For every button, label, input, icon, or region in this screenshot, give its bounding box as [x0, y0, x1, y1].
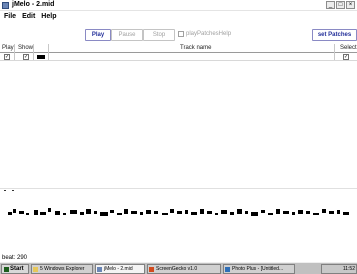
menu-bar: File Edit Help — [0, 11, 357, 22]
title-bar: jMelo - 2.mid _ □ × — [0, 0, 357, 11]
photo-icon — [225, 267, 230, 272]
table-row[interactable]: ✓ ✓ ✓ — [0, 53, 357, 61]
taskbar-item-label: jMelo - 2.mid — [104, 266, 133, 272]
taskbar-item-label: 5 Windows Explorer — [40, 266, 85, 272]
system-tray: 11:52 — [321, 264, 357, 274]
show-checkbox[interactable]: ✓ — [23, 54, 29, 60]
window-controls: _ □ × — [326, 1, 355, 9]
pause-button[interactable]: Pause — [111, 29, 143, 41]
taskbar-item-photoplus[interactable]: Photo Plus - [Untitled... — [223, 264, 295, 274]
play-patches-label: playPatchesHelp — [186, 31, 232, 37]
header-select[interactable]: Select — [340, 45, 357, 51]
app-icon — [97, 267, 102, 272]
minimize-button[interactable]: _ — [326, 1, 335, 9]
set-patches-button[interactable]: set Patches — [312, 29, 357, 41]
marker-tick — [4, 190, 6, 191]
taskbar-item-explorer[interactable]: 5 Windows Explorer — [31, 264, 93, 274]
table-header: Play Show Track name Select — [0, 44, 357, 53]
close-button[interactable]: × — [346, 1, 355, 9]
start-label: Start — [10, 266, 24, 272]
taskbar-item-label: Photo Plus - [Untitled... — [232, 266, 284, 272]
menu-file[interactable]: File — [4, 13, 16, 20]
clock[interactable]: 11:52 — [343, 266, 355, 272]
start-button[interactable]: Start — [1, 264, 29, 274]
app-icon — [2, 2, 9, 9]
note-visualization — [8, 208, 349, 216]
select-checkbox[interactable]: ✓ — [343, 54, 349, 60]
camera-icon — [149, 267, 154, 272]
maximize-button[interactable]: □ — [336, 1, 345, 9]
folder-icon — [33, 267, 38, 272]
track-color-swatch[interactable] — [37, 55, 45, 59]
windows-logo-icon — [4, 267, 9, 272]
toolbar: Play Pause Stop playPatchesHelp set Patc… — [0, 22, 357, 44]
play-patches-toggle[interactable]: playPatchesHelp — [178, 31, 231, 37]
play-checkbox[interactable]: ✓ — [4, 54, 10, 60]
taskbar: Start 5 Windows Explorer jMelo - 2.mid S… — [0, 262, 357, 274]
taskbar-item-screengecko[interactable]: ScreenGecko v1.0 — [147, 264, 221, 274]
stop-button[interactable]: Stop — [143, 29, 175, 41]
marker-tick — [12, 190, 14, 191]
window-title: jMelo - 2.mid — [12, 1, 55, 8]
header-track-name[interactable]: Track name — [180, 45, 211, 51]
menu-edit[interactable]: Edit — [22, 13, 35, 20]
track-table: Play Show Track name Select ✓ ✓ ✓ — [0, 44, 357, 188]
beat-status: beat: 290 — [2, 255, 28, 261]
taskbar-item-jmelo[interactable]: jMelo - 2.mid — [95, 264, 145, 274]
play-patches-checkbox[interactable] — [178, 31, 184, 37]
menu-help[interactable]: Help — [41, 13, 56, 20]
play-button[interactable]: Play — [85, 29, 111, 41]
header-play[interactable]: Play — [2, 45, 14, 51]
taskbar-item-label: ScreenGecko v1.0 — [156, 266, 198, 272]
header-show[interactable]: Show — [18, 45, 33, 51]
